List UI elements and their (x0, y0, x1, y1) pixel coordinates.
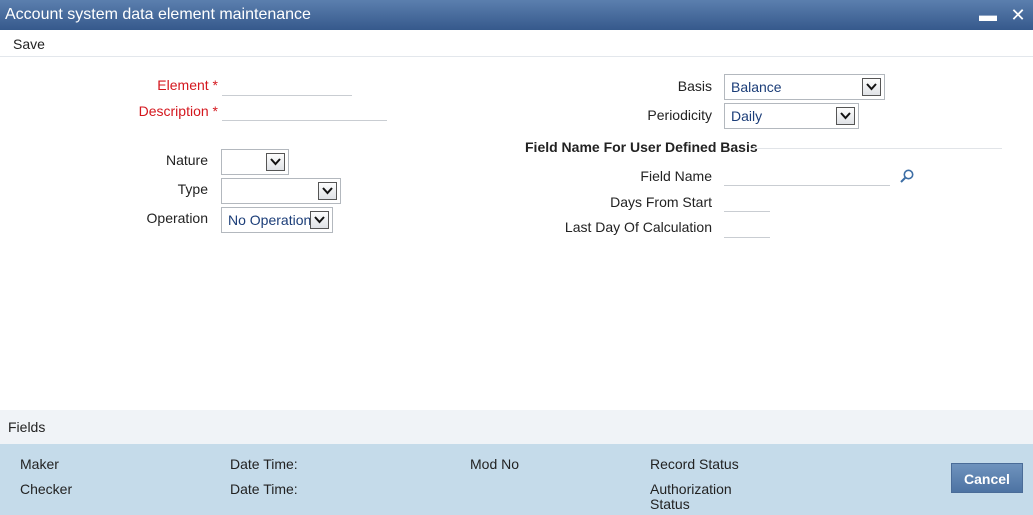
field-name-label: Field Name (640, 168, 712, 184)
description-label: Description * (100, 103, 218, 119)
chevron-down-icon[interactable] (266, 153, 285, 171)
mod-no-label: Mod No (470, 456, 520, 472)
basis-select[interactable]: Balance (724, 74, 885, 100)
cancel-button[interactable]: Cancel (951, 463, 1023, 493)
basis-label: Basis (677, 78, 712, 94)
checker-label: Checker (20, 481, 73, 497)
title-bar: Account system data element maintenance … (0, 0, 1033, 30)
nature-select[interactable] (221, 149, 289, 175)
authorization-status-label-line1: Authorization (650, 481, 732, 497)
chevron-down-icon[interactable] (318, 182, 337, 200)
periodicity-select[interactable]: Daily (724, 103, 859, 129)
type-label: Type (177, 181, 208, 197)
save-button[interactable]: Save (13, 36, 45, 52)
days-from-start-label: Days From Start (610, 194, 712, 210)
user-defined-basis-heading: Field Name For User Defined Basis (525, 139, 758, 155)
description-label-text: Description (138, 103, 209, 119)
authorization-status-label-line2: Status (650, 496, 690, 512)
periodicity-select-value: Daily (731, 108, 763, 124)
operation-select-value: No Operation (228, 212, 312, 228)
audit-footer (0, 444, 1033, 515)
chevron-down-icon[interactable] (836, 107, 855, 125)
chevron-down-icon[interactable] (862, 78, 881, 96)
element-input[interactable] (222, 76, 352, 96)
close-icon[interactable]: ✕ (1008, 4, 1028, 26)
nature-label: Nature (165, 152, 208, 168)
last-day-of-calculation-input[interactable] (724, 218, 770, 238)
description-input[interactable] (222, 101, 387, 121)
periodicity-label: Periodicity (647, 107, 712, 123)
type-select[interactable] (221, 178, 341, 204)
required-marker: * (212, 77, 218, 93)
maker-date-time-label: Date Time: (230, 456, 298, 472)
section-divider (752, 148, 1002, 149)
basis-select-value: Balance (731, 79, 782, 95)
operation-label: Operation (146, 210, 208, 226)
field-name-input[interactable] (724, 166, 890, 186)
days-from-start-input[interactable] (724, 192, 770, 212)
window-title: Account system data element maintenance (5, 6, 311, 23)
element-label: Element * (120, 77, 218, 93)
chevron-down-icon[interactable] (310, 211, 329, 229)
required-marker: * (212, 103, 218, 119)
last-day-of-calculation-label: Last Day Of Calculation (564, 219, 712, 235)
search-icon[interactable] (899, 168, 915, 184)
fields-bar: Fields (0, 410, 1033, 444)
minimize-icon[interactable]: ▬ (978, 4, 998, 26)
element-label-text: Element (157, 77, 209, 93)
maker-label: Maker (20, 456, 59, 472)
fields-link[interactable]: Fields (8, 419, 45, 435)
operation-select[interactable]: No Operation (221, 207, 333, 233)
checker-date-time-label: Date Time: (230, 481, 298, 497)
toolbar: Save (0, 30, 1033, 57)
record-status-label: Record Status (650, 456, 739, 472)
